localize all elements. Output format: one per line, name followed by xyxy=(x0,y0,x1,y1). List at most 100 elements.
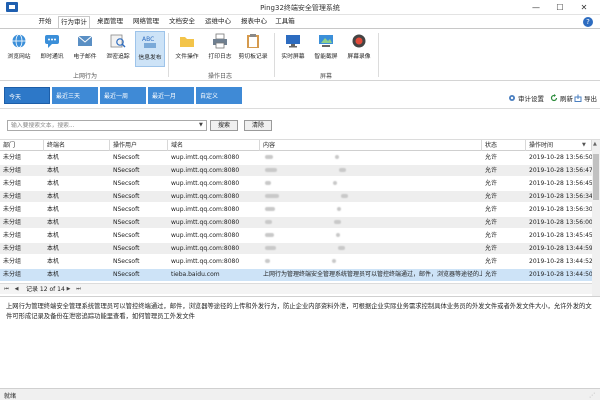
table-row[interactable]: 未分组 本机 NSecsoft tieba.baidu.com 上网行为管理终端安全管理… xyxy=(0,269,592,281)
previous-record-icon[interactable]: ◀ xyxy=(12,285,21,294)
close-button[interactable]: ✕ xyxy=(573,0,595,15)
detail-content: 上网行为管理终端安全管理系统管理员可以管控终端通过，邮件，浏览器等途径的上传和外… xyxy=(6,303,592,320)
cell-content xyxy=(260,191,482,202)
publish-icon: ABC xyxy=(141,34,159,50)
smart-screenshot-button[interactable]: 智能截屏 xyxy=(311,31,341,67)
minimize-button[interactable]: — xyxy=(525,0,547,15)
cell-status: 允许 xyxy=(485,258,498,266)
email-label: 电子邮件 xyxy=(73,54,97,60)
cell-department: 未分组 xyxy=(3,219,22,226)
cell-time: 2019-10-28 13:45:45 xyxy=(529,232,592,240)
column-header-user[interactable]: 操作用户 xyxy=(110,140,168,151)
column-header-domain[interactable]: 域名 xyxy=(168,140,260,151)
chat-icon xyxy=(43,33,61,49)
filter-last-week[interactable]: 最近一周 xyxy=(100,87,146,104)
filter-today[interactable]: 今天 xyxy=(4,87,50,104)
clipboard-record-button[interactable]: 剪切板记录 xyxy=(238,31,268,67)
redacted-content xyxy=(335,154,339,159)
record-position: 记录 12 of 14 xyxy=(26,286,65,293)
first-record-icon[interactable]: ⏮ xyxy=(2,285,11,294)
tab-start[interactable]: 开始 xyxy=(34,16,56,28)
cell-user: NSecsoft xyxy=(113,179,140,187)
column-header-terminal[interactable]: 终端名 xyxy=(44,140,110,151)
export-button[interactable]: 导出 xyxy=(574,93,597,103)
search-row: ▼ 搜索 清除 xyxy=(0,110,600,140)
column-header-department[interactable]: 部门 xyxy=(0,140,44,151)
instant-messaging-label: 即时通讯 xyxy=(40,54,64,60)
cell-terminal: 本机 xyxy=(47,245,60,253)
search-input[interactable] xyxy=(7,120,207,131)
chevron-down-icon[interactable]: ▼ xyxy=(199,122,203,128)
redacted-content xyxy=(339,167,346,172)
cell-department: 未分组 xyxy=(3,192,22,200)
screen-recording-button[interactable]: 屏幕录像 xyxy=(344,31,374,67)
column-header-content[interactable]: 内容 xyxy=(260,140,482,151)
scroll-up-icon[interactable]: ▲ xyxy=(593,141,597,147)
table-row[interactable]: 未分组 本机 NSecsoft wup.imtt.qq.com:8080 允许 2019-… xyxy=(0,230,592,241)
print-log-label: 打印日志 xyxy=(208,54,232,60)
live-screen-button[interactable]: 实时屏幕 xyxy=(278,31,308,67)
cell-time: 2019-10-28 13:56:50 xyxy=(529,153,592,161)
status-text: 就绪 xyxy=(4,393,17,400)
tab-toolbox[interactable]: 工具箱 xyxy=(272,16,298,28)
table-row[interactable]: 未分组 本机 NSecsoft wup.imtt.qq.com:8080 允许 2019-… xyxy=(0,190,592,202)
vertical-scrollbar[interactable]: ▲ xyxy=(592,140,600,300)
cell-domain: wup.imtt.qq.com:8080 xyxy=(171,153,240,161)
record-navigator: ⏮ ◀ 记录 12 of 14 ▶ ⏭ xyxy=(0,283,592,294)
cell-time: 2019-10-28 13:56:30 xyxy=(529,205,592,213)
table-row[interactable]: 未分组 本机 NSecsoft wup.imtt.qq.com:8080 允许 2019-… xyxy=(0,178,592,189)
table-row[interactable]: 未分组 本机 NSecsoft wup.imtt.qq.com:8080 允许 2019-… xyxy=(0,152,592,163)
ribbon-divider xyxy=(274,33,275,77)
cell-terminal: 本机 xyxy=(47,153,60,161)
clear-button[interactable]: 清除 xyxy=(244,120,272,131)
export-icon xyxy=(574,94,582,102)
tab-desktop-management[interactable]: 桌面管理 xyxy=(94,16,126,28)
email-button[interactable]: 电子邮件 xyxy=(70,31,100,67)
instant-messaging-button[interactable]: 即时通讯 xyxy=(37,31,67,67)
table-row[interactable]: 未分组 本机 NSecsoft wup.imtt.qq.com:8080 允许 2019-… xyxy=(0,243,592,255)
cell-domain: wup.imtt.qq.com:8080 xyxy=(171,205,240,213)
browse-websites-button[interactable]: 浏览网站 xyxy=(4,31,34,67)
audit-settings-button[interactable]: 审计设置 xyxy=(508,93,544,103)
cell-time: 2019-10-28 13:56:45 xyxy=(529,179,592,187)
info-publish-button[interactable]: ABC 信息发布 xyxy=(135,31,165,67)
last-record-icon[interactable]: ⏭ xyxy=(74,285,83,294)
table-row[interactable]: 未分组 本机 NSecsoft wup.imtt.qq.com:8080 允许 2019-… xyxy=(0,217,592,229)
resize-grip-icon[interactable]: ⋰ xyxy=(589,392,595,399)
file-operation-button[interactable]: 文件操作 xyxy=(172,31,202,67)
maximize-button[interactable]: ☐ xyxy=(549,0,571,15)
filter-custom[interactable]: 自定义 xyxy=(196,87,242,104)
redacted-content xyxy=(265,193,279,198)
cell-department: 未分组 xyxy=(3,245,22,253)
cell-status: 允许 xyxy=(485,179,498,187)
print-log-button[interactable]: 打印日志 xyxy=(205,31,235,67)
tab-ops-center[interactable]: 运维中心 xyxy=(202,16,234,28)
redacted-content xyxy=(333,180,337,185)
table-row[interactable]: 未分组 本机 NSecsoft wup.imtt.qq.com:8080 允许 2019-… xyxy=(0,204,592,215)
cell-user: NSecsoft xyxy=(113,153,140,161)
help-icon[interactable]: ? xyxy=(583,17,593,27)
search-button[interactable]: 搜索 xyxy=(210,120,238,131)
next-record-icon[interactable]: ▶ xyxy=(64,285,73,294)
column-header-status[interactable]: 状态 xyxy=(482,140,526,151)
settings-icon xyxy=(508,94,516,102)
table-row[interactable]: 未分组 本机 NSecsoft wup.imtt.qq.com:8080 允许 2019-… xyxy=(0,164,592,176)
table-row[interactable]: 未分组 本机 NSecsoft wup.imtt.qq.com:8080 允许 2019-… xyxy=(0,256,592,267)
cell-time: 2019-10-28 13:56:34 xyxy=(529,192,592,200)
cell-domain: wup.imtt.qq.com:8080 xyxy=(171,258,240,266)
globe-icon xyxy=(10,33,28,49)
filter-last-three-days[interactable]: 最近三天 xyxy=(52,87,98,104)
redacted-content xyxy=(265,180,271,185)
status-bar: 就绪 ⋰ xyxy=(0,388,600,400)
refresh-button[interactable]: 刷新 xyxy=(550,93,573,103)
tab-behavior-audit[interactable]: 行为审计 xyxy=(58,16,90,28)
scrollbar-thumb[interactable] xyxy=(593,154,599,200)
tab-network-management[interactable]: 网络管理 xyxy=(130,16,162,28)
leak-trace-label: 泄密追踪 xyxy=(106,54,130,60)
clipboard-icon xyxy=(244,33,262,49)
redacted-content xyxy=(265,246,276,251)
tab-report-center[interactable]: 报表中心 xyxy=(238,16,270,28)
leak-trace-button[interactable]: 泄密追踪 xyxy=(103,31,133,67)
tab-document-security[interactable]: 文档安全 xyxy=(166,16,198,28)
filter-last-month[interactable]: 最近一月 xyxy=(148,87,194,104)
